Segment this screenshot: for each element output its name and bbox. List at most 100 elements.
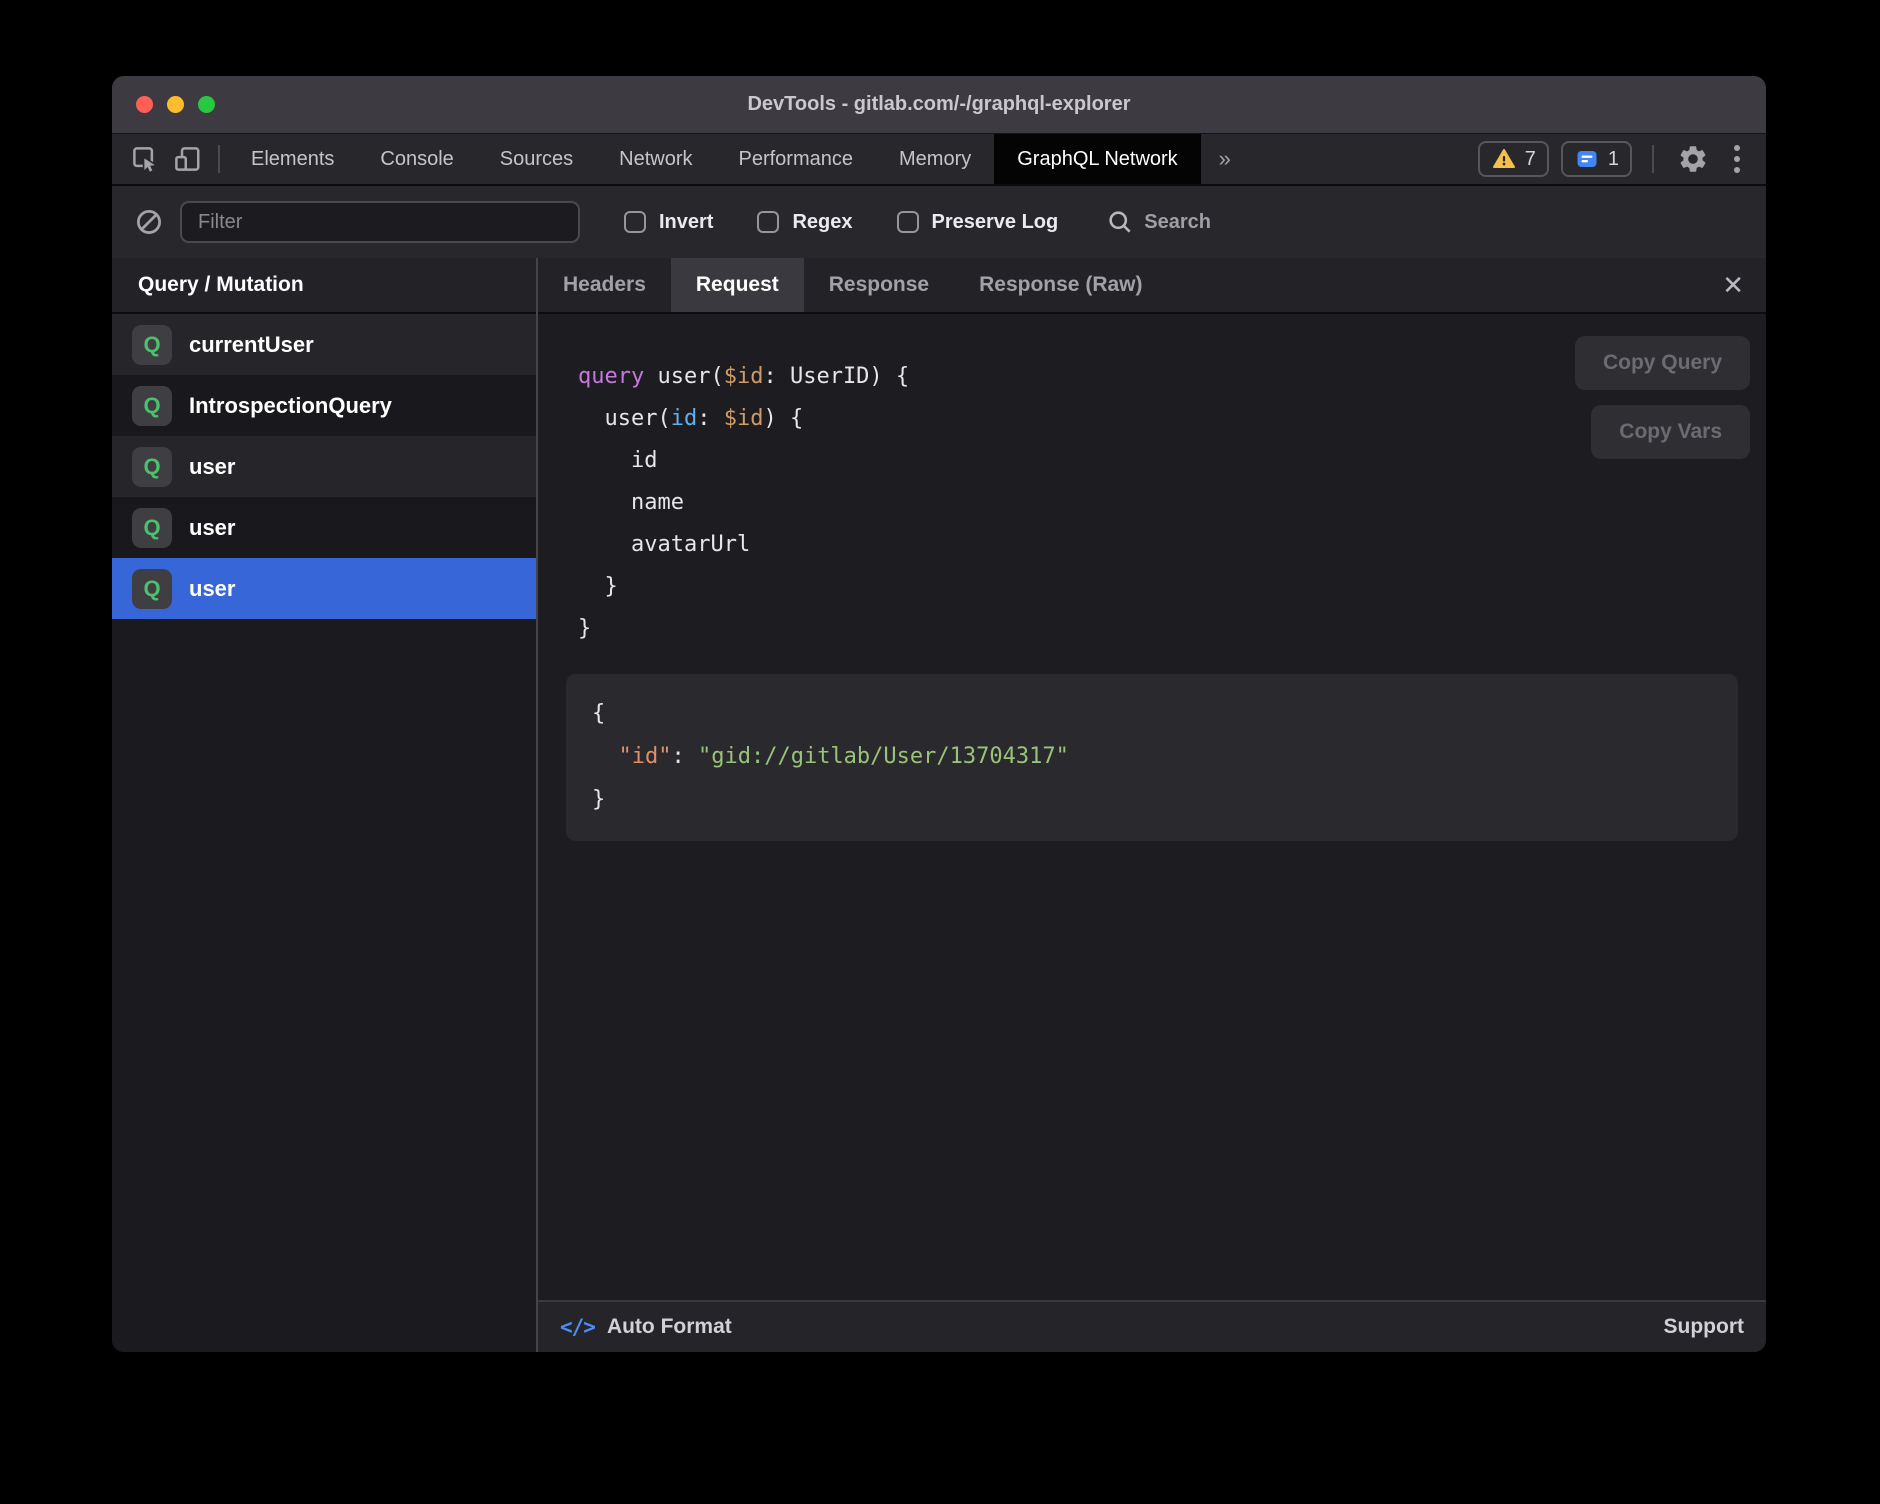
- device-toolbar-button[interactable]: [168, 140, 206, 178]
- kebab-menu-icon: [1734, 156, 1740, 162]
- code-line: }: [578, 608, 1766, 650]
- query-type-badge: Q: [132, 569, 172, 609]
- filter-toolbar: Invert Regex Preserve Log Search: [112, 186, 1766, 258]
- detail-tabs: HeadersRequestResponseResponse (Raw): [538, 258, 1168, 312]
- code-line: }: [592, 778, 1712, 821]
- code-line: name: [578, 482, 1766, 524]
- detail-footer: </> Auto Format Support: [538, 1300, 1766, 1352]
- query-list: QcurrentUserQIntrospectionQueryQuserQuse…: [112, 314, 536, 1352]
- query-item-label: currentUser: [189, 332, 314, 358]
- device-toolbar-icon: [172, 144, 202, 174]
- warning-triangle-icon: [1491, 147, 1517, 171]
- devtools-panel-tabs: ElementsConsoleSourcesNetworkPerformance…: [228, 134, 1201, 184]
- minimize-window-button[interactable]: [167, 96, 184, 113]
- detail-tab-headers[interactable]: Headers: [538, 258, 671, 312]
- code-line: }: [578, 566, 1766, 608]
- filter-checkbox-invert[interactable]: Invert: [624, 211, 713, 234]
- auto-format-button[interactable]: </> Auto Format: [560, 1315, 732, 1339]
- settings-button[interactable]: [1674, 140, 1712, 178]
- query-type-badge: Q: [132, 325, 172, 365]
- query-item-label: user: [189, 576, 235, 602]
- panel-content: Query / Mutation QcurrentUserQIntrospect…: [112, 258, 1766, 1352]
- code-icon: </>: [560, 1315, 595, 1339]
- filter-checkboxes: Invert Regex Preserve Log: [580, 211, 1058, 234]
- copy-vars-button[interactable]: Copy Vars: [1591, 405, 1750, 459]
- messages-count: 1: [1608, 148, 1619, 171]
- title-bar[interactable]: DevTools - gitlab.com/-/graphql-explorer: [112, 76, 1766, 134]
- block-icon: [134, 207, 164, 237]
- query-list-item-user[interactable]: Quser: [112, 436, 536, 497]
- filter-checkbox-regex[interactable]: Regex: [757, 211, 852, 234]
- filter-checkbox-preserve-log[interactable]: Preserve Log: [897, 211, 1059, 234]
- traffic-lights: [136, 76, 215, 133]
- support-link[interactable]: Support: [1664, 1315, 1744, 1339]
- query-type-badge: Q: [132, 386, 172, 426]
- checkbox-label: Preserve Log: [932, 211, 1059, 234]
- tabbar-left-tools: [112, 134, 228, 184]
- query-list-item-introspectionquery[interactable]: Q IntrospectionQuery: [112, 375, 536, 436]
- checkbox-icon[interactable]: [624, 211, 646, 233]
- request-detail-pane: HeadersRequestResponseResponse (Raw) ✕ C…: [536, 258, 1766, 1352]
- more-tabs-button[interactable]: »: [1201, 134, 1249, 184]
- close-detail-button[interactable]: ✕: [1722, 272, 1744, 298]
- query-list-item-user[interactable]: Quser: [112, 558, 536, 619]
- devtools-tab-network[interactable]: Network: [596, 134, 715, 184]
- detail-tabbar: HeadersRequestResponseResponse (Raw) ✕: [538, 258, 1766, 314]
- messages-badge[interactable]: 1: [1561, 141, 1632, 177]
- clear-log-button[interactable]: [134, 207, 164, 237]
- fullscreen-window-button[interactable]: [198, 96, 215, 113]
- query-type-badge: Q: [132, 447, 172, 487]
- query-type-badge: Q: [132, 508, 172, 548]
- search-control[interactable]: Search: [1106, 208, 1211, 236]
- query-list-header: Query / Mutation: [112, 258, 536, 314]
- checkbox-label: Invert: [659, 211, 713, 234]
- request-tab-body: Copy Query Copy Vars query user($id: Use…: [538, 314, 1766, 1300]
- detail-tab-request[interactable]: Request: [671, 258, 804, 312]
- devtools-tab-sources[interactable]: Sources: [477, 134, 596, 184]
- inspect-element-button[interactable]: [126, 140, 164, 178]
- query-item-label: user: [189, 515, 235, 541]
- chevron-double-right-icon: »: [1219, 146, 1231, 172]
- code-line: {: [592, 692, 1712, 735]
- checkbox-icon[interactable]: [897, 211, 919, 233]
- filter-input[interactable]: [180, 201, 580, 243]
- query-sidebar: Query / Mutation QcurrentUserQIntrospect…: [112, 258, 536, 1352]
- gear-icon: [1677, 143, 1709, 175]
- query-list-item-user[interactable]: Quser: [112, 497, 536, 558]
- warnings-count: 7: [1525, 148, 1536, 171]
- search-icon: [1106, 208, 1134, 236]
- kebab-menu-icon: [1734, 167, 1740, 173]
- query-list-item-currentuser[interactable]: QcurrentUser: [112, 314, 536, 375]
- detail-tab-response[interactable]: Response: [804, 258, 954, 312]
- devtools-tab-graphql-network[interactable]: GraphQL Network: [994, 134, 1200, 184]
- devtools-tab-elements[interactable]: Elements: [228, 134, 357, 184]
- tabbar-right-tools: 7 1: [1478, 134, 1766, 184]
- inspect-cursor-icon: [130, 144, 160, 174]
- checkbox-label: Regex: [792, 211, 852, 234]
- close-icon: ✕: [1722, 270, 1744, 300]
- devtools-tab-memory[interactable]: Memory: [876, 134, 994, 184]
- detail-tab-response-raw[interactable]: Response (Raw): [954, 258, 1167, 312]
- auto-format-label: Auto Format: [607, 1315, 732, 1339]
- toolbar-separator: [218, 145, 220, 173]
- window-title: DevTools - gitlab.com/-/graphql-explorer: [747, 93, 1130, 116]
- devtools-tab-performance[interactable]: Performance: [716, 134, 877, 184]
- devtools-tab-console[interactable]: Console: [357, 134, 476, 184]
- copy-query-button[interactable]: Copy Query: [1575, 336, 1750, 390]
- devtools-tabbar: ElementsConsoleSourcesNetworkPerformance…: [112, 134, 1766, 186]
- kebab-menu-icon: [1734, 145, 1740, 151]
- query-item-label: IntrospectionQuery: [189, 393, 392, 419]
- more-options-button[interactable]: [1724, 145, 1750, 173]
- devtools-window: DevTools - gitlab.com/-/graphql-explorer: [112, 76, 1766, 1352]
- warnings-badge[interactable]: 7: [1478, 141, 1549, 177]
- query-variables-box: { "id": "gid://gitlab/User/13704317"}: [566, 674, 1738, 841]
- query-item-label: user: [189, 454, 235, 480]
- toolbar-separator: [1652, 145, 1654, 173]
- search-label: Search: [1144, 211, 1211, 234]
- code-line: avatarUrl: [578, 524, 1766, 566]
- checkbox-icon[interactable]: [757, 211, 779, 233]
- close-window-button[interactable]: [136, 96, 153, 113]
- code-line: "id": "gid://gitlab/User/13704317": [592, 735, 1712, 778]
- copy-buttons: Copy Query Copy Vars: [1575, 336, 1750, 459]
- message-icon: [1574, 147, 1600, 171]
